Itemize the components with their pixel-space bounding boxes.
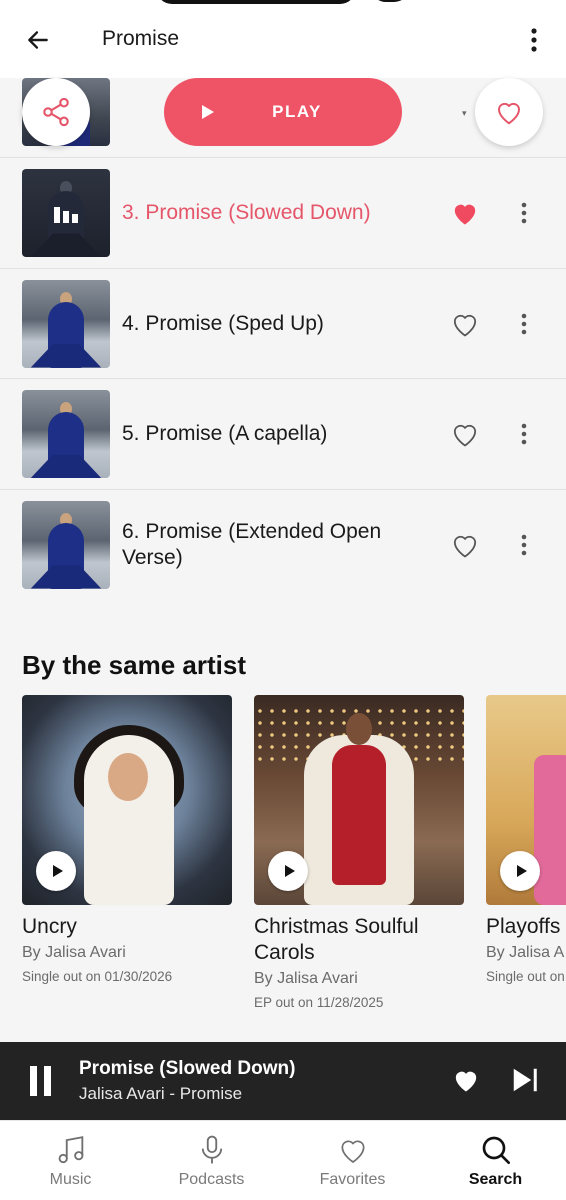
release-card[interactable]: Christmas Soulful Carols By Jalisa Avari… xyxy=(254,695,464,1010)
release-title: Uncry xyxy=(22,915,77,938)
heart-outline-icon xyxy=(453,314,477,336)
tab-label: Podcasts xyxy=(178,1171,245,1188)
release-artwork xyxy=(486,695,566,905)
track-title: 5. Promise (A capella) xyxy=(122,422,328,445)
mini-player[interactable]: Promise (Slowed Down) Jalisa Avari - Pro… xyxy=(0,1042,566,1120)
release-date: Single out on 01/30/2026 xyxy=(22,969,173,984)
tab-music[interactable]: Music xyxy=(0,1121,141,1200)
arrow-left-icon xyxy=(28,31,48,49)
tab-search[interactable]: Search xyxy=(425,1121,566,1200)
tab-label: Music xyxy=(49,1171,92,1188)
release-artist: By Jalisa Avari xyxy=(22,944,126,961)
search-icon xyxy=(482,1136,510,1164)
heart-outline-icon xyxy=(453,535,477,557)
play-icon xyxy=(202,105,214,119)
vertical-dots-icon xyxy=(521,423,527,445)
more-options-button[interactable] xyxy=(518,22,550,58)
track-more-button[interactable] xyxy=(510,307,538,341)
track-row[interactable]: 3. Promise (Slowed Down) xyxy=(0,157,566,268)
release-artist: By Jalisa Avari xyxy=(254,970,358,987)
track-cover xyxy=(22,169,110,257)
release-date: EP out on 11/28/2025 xyxy=(254,995,384,1010)
release-play-button[interactable] xyxy=(500,851,540,891)
tab-label: Search xyxy=(468,1171,523,1188)
tab-label: Favorites xyxy=(319,1171,386,1188)
track-title: 4. Promise (Sped Up) xyxy=(122,311,324,335)
play-icon xyxy=(52,865,63,877)
status-bar-notch xyxy=(156,0,356,4)
section-heading: By the same artist xyxy=(22,650,246,680)
equalizer-icon xyxy=(54,207,80,223)
vertical-dots-icon xyxy=(521,202,527,224)
track-like-button[interactable] xyxy=(447,417,483,451)
track-cover xyxy=(22,390,110,478)
heart-filled-icon xyxy=(454,204,476,225)
bottom-tab-bar: Music Podcasts Favorites Search xyxy=(0,1120,566,1200)
now-playing-subtitle: Jalisa Avari - Promise xyxy=(79,1084,243,1103)
vertical-dots-icon xyxy=(531,28,537,52)
track-title: 6. Promise (Extended Open Verse) xyxy=(122,519,382,569)
release-date: Single out on xyxy=(486,969,565,984)
track-like-button[interactable] xyxy=(447,307,483,341)
release-card[interactable]: Uncry By Jalisa Avari Single out on 01/3… xyxy=(22,695,232,984)
play-icon xyxy=(284,865,295,877)
track-row[interactable]: 4. Promise (Sped Up) xyxy=(0,267,566,378)
now-playing-like-button[interactable] xyxy=(448,1063,484,1097)
skip-next-icon xyxy=(513,1068,537,1092)
now-playing-title: Promise (Slowed Down) xyxy=(79,1058,296,1079)
tab-podcasts[interactable]: Podcasts xyxy=(141,1121,282,1200)
vertical-dots-icon xyxy=(521,534,527,555)
track-row[interactable]: 5. Promise (A capella) xyxy=(0,378,566,489)
heart-outline-icon xyxy=(340,1140,365,1163)
track-title: 3. Promise (Slowed Down) xyxy=(122,201,371,224)
track-more-button[interactable] xyxy=(510,417,538,451)
heart-outline-icon xyxy=(498,102,520,125)
caret-icon: ▾ xyxy=(462,108,467,118)
favorite-album-button[interactable] xyxy=(475,78,543,146)
play-button[interactable]: PLAY xyxy=(164,78,402,146)
skip-next-button[interactable] xyxy=(508,1063,542,1097)
page-title: Promise xyxy=(102,27,180,50)
release-artwork xyxy=(22,695,232,905)
release-title: Playoffs xyxy=(486,915,561,938)
play-icon xyxy=(516,865,527,877)
status-bar-camera xyxy=(370,0,410,2)
release-title: Christmas Soulful Carols xyxy=(254,915,419,964)
heart-filled-icon xyxy=(455,1071,477,1092)
vertical-dots-icon xyxy=(521,313,527,334)
track-like-button[interactable] xyxy=(447,528,483,562)
app-header: Promise xyxy=(0,0,566,78)
track-like-button[interactable] xyxy=(447,196,483,230)
track-list: 3. Promise (Slowed Down) 4. Promise (Spe… xyxy=(0,157,566,599)
track-cover xyxy=(22,279,110,368)
release-card[interactable]: Playoffs By Jalisa A Single out on xyxy=(486,695,566,984)
release-play-button[interactable] xyxy=(36,851,76,891)
pause-button[interactable] xyxy=(24,1064,56,1098)
release-carousel[interactable]: Uncry By Jalisa Avari Single out on 01/3… xyxy=(0,695,566,1025)
microphone-icon xyxy=(201,1135,222,1164)
track-cover xyxy=(22,500,110,589)
music-note-icon xyxy=(58,1136,83,1164)
release-play-button[interactable] xyxy=(268,851,308,891)
release-artist: By Jalisa A xyxy=(486,944,565,961)
heart-outline-icon xyxy=(453,424,477,447)
track-more-button[interactable] xyxy=(510,528,538,562)
track-more-button[interactable] xyxy=(510,196,538,230)
pause-icon xyxy=(29,1066,37,1096)
share-button[interactable] xyxy=(22,78,90,146)
track-row[interactable]: 6. Promise (Extended Open Verse) xyxy=(0,488,566,599)
play-button-label: PLAY xyxy=(272,102,322,121)
release-artwork xyxy=(254,695,464,905)
tab-favorites[interactable]: Favorites xyxy=(282,1121,423,1200)
back-button[interactable] xyxy=(20,22,56,58)
share-icon xyxy=(43,97,69,127)
